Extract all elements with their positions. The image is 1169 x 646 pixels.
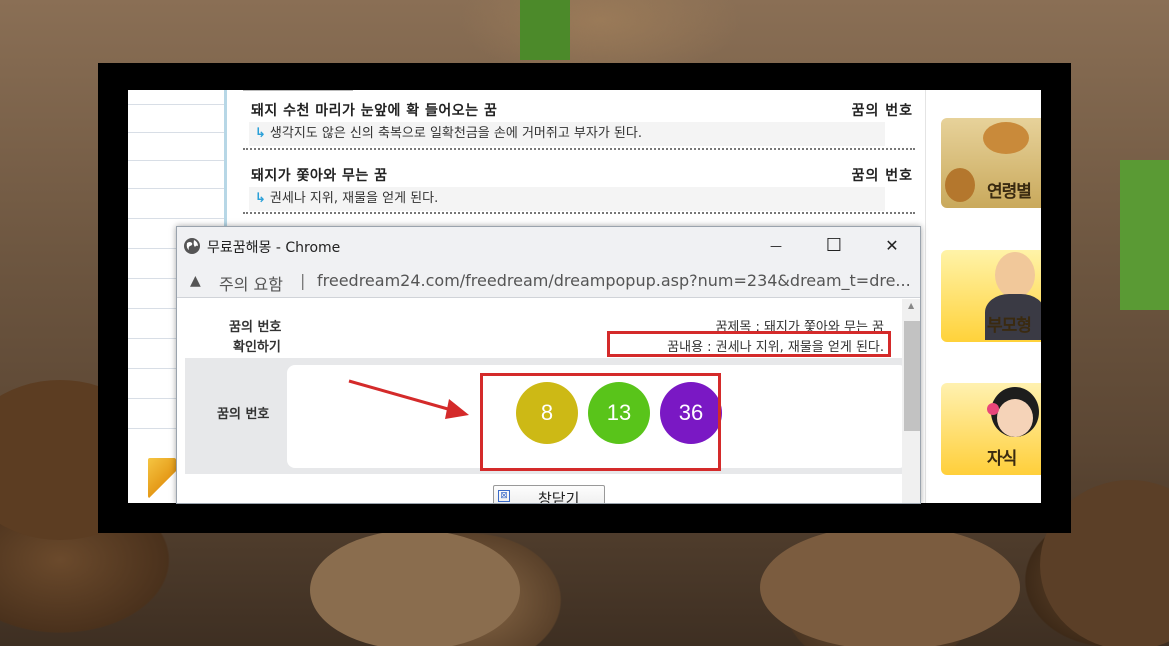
- number-label: 꿈의 번호: [217, 407, 270, 422]
- close-popup-button[interactable]: ⊠ 창닫기: [493, 485, 605, 504]
- address-bar[interactable]: ▲ 주의 요함 | freedream24.com/freedream/drea…: [177, 265, 920, 298]
- maximize-button[interactable]: ☐: [814, 233, 854, 259]
- close-button-label: 창닫기: [538, 490, 580, 504]
- highlight-box: [480, 373, 721, 471]
- arrow-icon: ↳: [255, 191, 266, 206]
- close-window-button[interactable]: ✕: [872, 233, 912, 259]
- dream-title[interactable]: 돼지가 쫓아와 무는 꿈: [251, 165, 388, 185]
- scroll-thumb[interactable]: [904, 321, 920, 431]
- scroll-up-icon[interactable]: ▲: [908, 301, 914, 310]
- background-green-patch: [520, 0, 570, 60]
- window-title: 무료꿈해몽 - Chrome: [207, 240, 341, 256]
- banner-children[interactable]: 자식: [941, 383, 1041, 475]
- book-icon: [148, 458, 176, 498]
- dotted-divider: [243, 212, 915, 214]
- dream-description: ↳ 권세나 지위, 재물을 얻게 된다.: [249, 187, 885, 211]
- globe-icon: [184, 238, 200, 254]
- dream-number-link[interactable]: 꿈의 번호: [852, 165, 913, 185]
- dream-number-link[interactable]: 꿈의 번호: [852, 100, 913, 120]
- scrollbar[interactable]: ▲: [902, 299, 920, 503]
- banner-label: 자식: [987, 449, 1017, 469]
- dream-number-heading: 꿈의 번호: [229, 320, 282, 335]
- number-area: 꿈의 번호 8 13 36: [185, 358, 907, 474]
- right-banner-column: 연령별 부모형 자식: [925, 90, 1041, 503]
- banner-parents[interactable]: 부모형: [941, 250, 1041, 342]
- arrow-icon: ↳: [255, 126, 266, 141]
- number-panel: 8 13 36: [287, 365, 907, 471]
- background-green-patch: [1120, 160, 1169, 310]
- banner-label: 연령별: [987, 182, 1032, 202]
- dream-title[interactable]: 돼지 수천 마리가 눈앞에 확 들어오는 꿈: [251, 100, 497, 120]
- minimize-button[interactable]: —: [756, 233, 796, 259]
- background-wood-piece: [760, 525, 1020, 646]
- separator: |: [300, 271, 306, 290]
- security-warning[interactable]: 주의 요함: [219, 271, 283, 295]
- popup-content: 꿈의 번호 확인하기 꿈제목 : 돼지가 쫓아와 무는 꿈 꿈내용 : 권세나 …: [177, 299, 907, 504]
- background-wood-piece: [310, 530, 520, 646]
- close-icon: ⊠: [498, 490, 510, 502]
- url-text[interactable]: freedream24.com/freedream/dreampopup.asp…: [317, 271, 911, 290]
- warning-icon: ▲: [190, 273, 201, 289]
- dream-number-subheading: 확인하기: [233, 340, 281, 355]
- top-divider: [243, 90, 353, 94]
- popup-window: 무료꿈해몽 - Chrome — ☐ ✕ ▲ 주의 요함 | freedream…: [176, 226, 921, 504]
- dream-description: ↳ 생각지도 않은 신의 축복으로 일확천금을 손에 거머쥐고 부자가 된다.: [249, 122, 885, 146]
- red-arrow-icon: [348, 379, 469, 419]
- highlight-box: [607, 331, 891, 357]
- banner-age[interactable]: 연령별: [941, 118, 1041, 208]
- banner-label: 부모형: [987, 316, 1032, 336]
- window-titlebar[interactable]: 무료꿈해몽 - Chrome — ☐ ✕: [177, 227, 920, 265]
- dotted-divider: [243, 148, 915, 150]
